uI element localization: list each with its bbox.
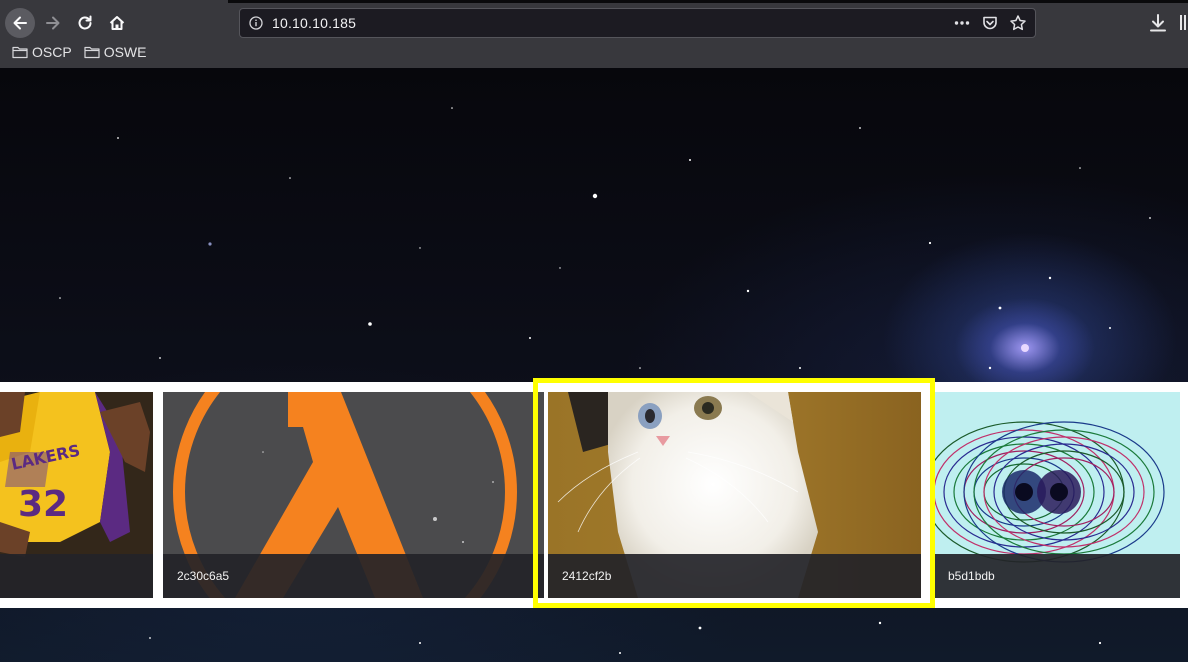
url-text[interactable]: 10.10.10.185 xyxy=(272,15,356,31)
library-icon xyxy=(1180,15,1186,30)
arrow-left-icon xyxy=(13,16,27,30)
star-icon xyxy=(1010,15,1026,31)
address-bar[interactable]: 10.10.10.185 xyxy=(239,8,1036,38)
library-button[interactable] xyxy=(1179,13,1188,33)
gallery-tile[interactable]: LAKERS 32 xyxy=(0,392,153,598)
info-icon[interactable] xyxy=(249,16,263,30)
bookmark-label: OSWE xyxy=(103,44,147,60)
browser-chrome: 10.10.10.185 OSCP OSWE xyxy=(0,0,1188,68)
bookmark-folder-oswe[interactable]: OSWE xyxy=(84,44,147,60)
page-actions-button[interactable] xyxy=(953,14,971,32)
bookmark-folder-oscp[interactable]: OSCP xyxy=(12,44,72,60)
back-button[interactable] xyxy=(5,8,35,38)
svg-text:32: 32 xyxy=(18,484,68,525)
folder-icon xyxy=(84,46,100,59)
home-icon xyxy=(109,16,125,30)
gallery-tile[interactable]: 2c30c6a5 xyxy=(163,392,544,598)
selection-highlight xyxy=(533,378,935,608)
pocket-icon xyxy=(983,16,997,30)
tab-strip-edge xyxy=(228,0,1188,3)
bookmarks-toolbar: OSCP OSWE xyxy=(12,44,146,60)
download-icon xyxy=(1150,14,1166,32)
tile-caption xyxy=(0,554,153,598)
more-dots-icon xyxy=(954,21,970,25)
downloads-button[interactable] xyxy=(1147,12,1169,34)
tile-caption: 2c30c6a5 xyxy=(163,554,544,598)
folder-icon xyxy=(12,46,28,59)
gallery-tile[interactable]: b5d1bdb xyxy=(934,392,1180,598)
home-button[interactable] xyxy=(102,8,132,38)
bookmark-label: OSCP xyxy=(32,44,72,60)
forward-button[interactable] xyxy=(38,8,68,38)
tile-caption: b5d1bdb xyxy=(934,554,1180,598)
arrow-right-icon xyxy=(46,16,60,30)
reload-button[interactable] xyxy=(70,8,100,38)
reload-icon xyxy=(78,15,92,30)
bookmark-star-button[interactable] xyxy=(1009,14,1027,32)
pocket-button[interactable] xyxy=(981,14,999,32)
